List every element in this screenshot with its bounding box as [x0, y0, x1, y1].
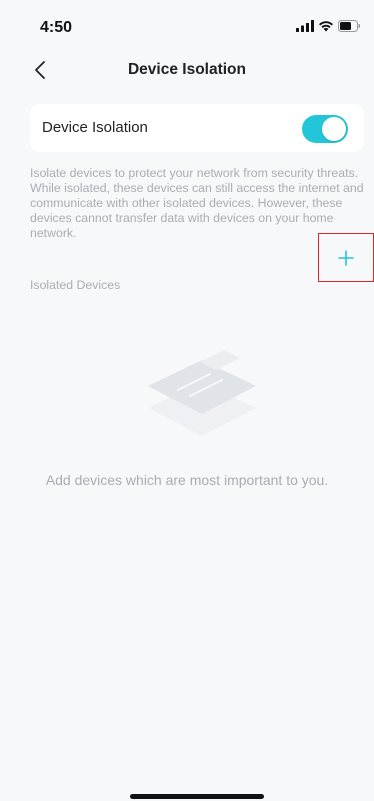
page-title: Device Isolation [127, 61, 246, 78]
status-bar: 4:50 [0, 0, 374, 46]
nav-bar: Device Isolation [0, 50, 374, 90]
isolated-devices-label: Isolated Devices [30, 278, 121, 292]
isolation-description: Isolate devices to protect your network … [30, 166, 364, 240]
home-indicator [130, 794, 264, 799]
status-time: 4:50 [40, 19, 73, 36]
add-icon [338, 249, 354, 266]
empty-devices-illustration [148, 350, 256, 436]
battery-icon [338, 20, 360, 32]
device-isolation-toggle[interactable] [302, 115, 348, 143]
signal-icon [296, 20, 314, 32]
empty-state-message: Add devices which are most important to … [45, 472, 329, 488]
wifi-icon [319, 21, 333, 32]
toggle-knob [322, 117, 346, 141]
status-icons [296, 20, 360, 32]
device-isolation-label: Device Isolation [42, 119, 148, 136]
add-device-button[interactable] [318, 233, 374, 282]
device-isolation-card: Device Isolation [30, 104, 364, 152]
